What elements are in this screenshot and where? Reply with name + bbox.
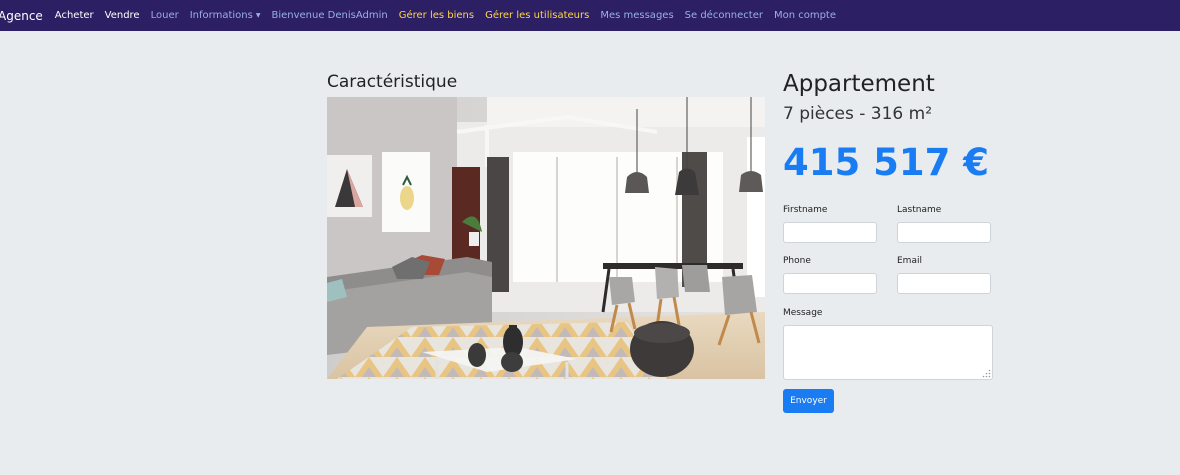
nav-acheter[interactable]: Acheter: [55, 10, 94, 21]
brand-logo-text[interactable]: Agence: [0, 9, 43, 23]
section-title: Caractéristique: [327, 72, 458, 92]
living-room-photo-icon: [327, 97, 765, 379]
nav-manage-users[interactable]: Gérer les utilisateurs: [485, 10, 589, 21]
lastname-field[interactable]: [897, 222, 991, 243]
property-price: 415 517 €: [783, 141, 989, 184]
email-field[interactable]: [897, 273, 991, 294]
top-navbar: Agence Acheter Vendre Louer Informations…: [0, 0, 1180, 31]
firstname-label: Firstname: [783, 205, 828, 215]
nav-welcome-user[interactable]: Bienvenue DenisAdmin: [271, 10, 387, 21]
message-textarea[interactable]: [783, 325, 993, 380]
caret-down-icon: ▼: [255, 11, 261, 19]
nav-manage-properties[interactable]: Gérer les biens: [399, 10, 474, 21]
nav-my-messages[interactable]: Mes messages: [600, 10, 673, 21]
nav-logout[interactable]: Se déconnecter: [685, 10, 763, 21]
send-button[interactable]: Envoyer: [783, 389, 834, 413]
property-type: Appartement: [783, 71, 935, 97]
lastname-label: Lastname: [897, 205, 942, 215]
firstname-field[interactable]: [783, 222, 877, 243]
message-label: Message: [783, 308, 823, 318]
email-label: Email: [897, 256, 922, 266]
nav-my-account[interactable]: Mon compte: [774, 10, 836, 21]
property-details: 7 pièces - 316 m²: [783, 104, 933, 124]
resize-grip-icon[interactable]: [982, 369, 991, 378]
phone-label: Phone: [783, 256, 811, 266]
nav-informations-dropdown[interactable]: Informations ▼: [190, 10, 261, 21]
property-photo: [327, 97, 765, 379]
nav-louer[interactable]: Louer: [151, 10, 179, 21]
nav-informations-label: Informations: [189, 10, 253, 21]
phone-field[interactable]: [783, 273, 877, 294]
nav-vendre[interactable]: Vendre: [105, 10, 140, 21]
